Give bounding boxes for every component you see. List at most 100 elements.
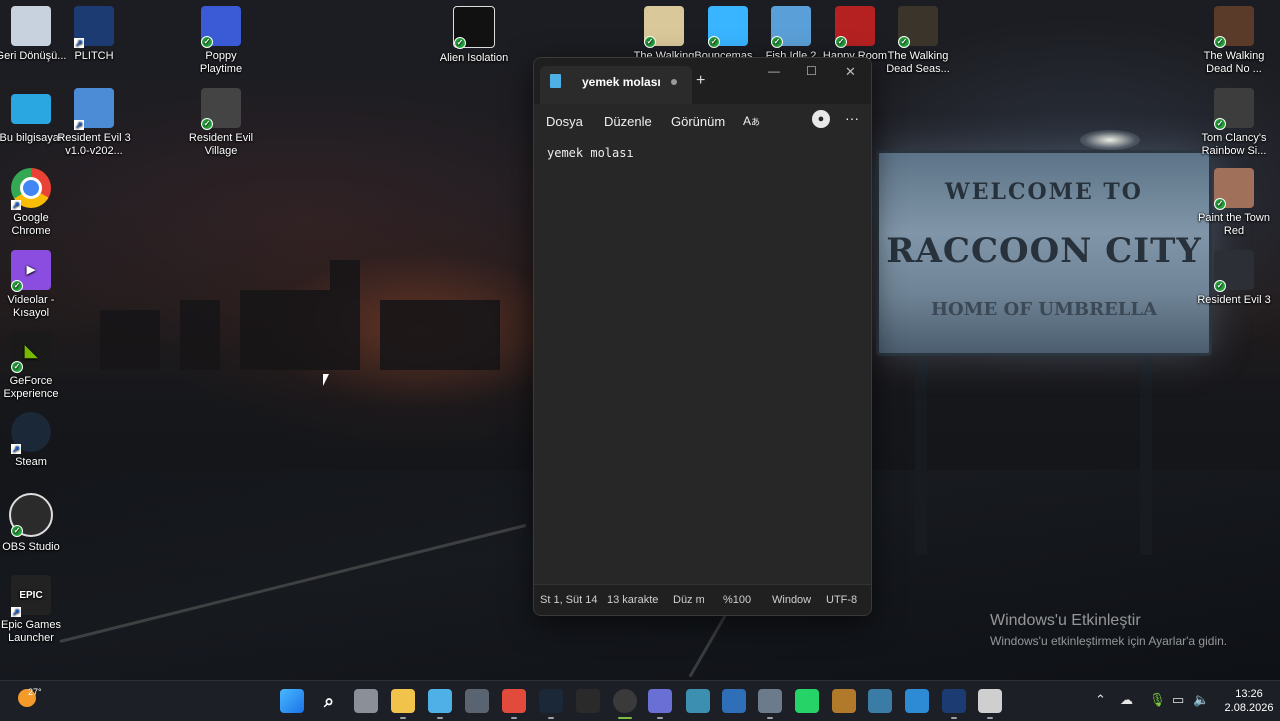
running-indicator [987,717,993,719]
volume-icon[interactable]: 🔈 [1193,692,1209,708]
desktop-icon-resident-evil-3-trainer[interactable]: ↗ Resident Evil 3 v1.0-v202... [57,88,131,158]
notepad-icon[interactable] [428,689,452,713]
synced-check-icon: ✓ [1214,280,1226,292]
synced-check-icon: ✓ [771,36,783,48]
steam-icon: ↗ [11,412,51,454]
desktop-icon-walking-dead-season[interactable]: ✓ The Walking Dead Seas... [881,6,955,76]
close-button[interactable]: ✕ [845,64,856,80]
notepad-editor[interactable]: yemek molası [534,140,871,585]
account-icon[interactable]: ● [812,110,830,128]
city-silhouette [100,310,160,370]
desktop-icon-steam[interactable]: ↗ Steam [0,412,68,469]
clock[interactable]: 13:26 2.08.2026 [1222,687,1276,715]
synced-check-icon: ✓ [454,37,466,49]
notepad-statusbar: St 1, Süt 14 13 karakter Düz metin %100 … [534,584,871,615]
vpn-icon[interactable] [868,689,892,713]
desktop-icon-paint-the-town-red[interactable]: ✓ Paint the Town Red [1197,168,1271,238]
settings-icon[interactable] [758,689,782,713]
synced-check-icon: ✓ [201,36,213,48]
editor-text[interactable]: yemek molası [547,146,634,160]
new-tab-button[interactable]: + [696,72,705,90]
menu-edit[interactable]: Düzenle [604,114,652,129]
notepad-window[interactable]: yemek molası + — ☐ ✕ Dosya Düzenle Görün… [533,57,872,616]
solitaire-icon[interactable] [722,689,746,713]
more-options-icon[interactable]: ··· [845,110,859,126]
desktop-icon-rainbow-six[interactable]: ✓ Tom Clancy's Rainbow Si... [1197,88,1271,158]
desktop-icon-walking-dead[interactable]: ✓ The Walking [627,6,701,63]
desktop-icon-fish-idle[interactable]: ✓ Fish Idle 2 [754,6,828,63]
recycle-bin-icon [11,6,51,46]
game-icon[interactable] [832,689,856,713]
bouncemasters-icon: ✓ [708,6,748,48]
synced-check-icon: ✓ [201,118,213,130]
this-pc-icon [11,94,51,124]
notepad-tab[interactable]: yemek molası [540,66,692,104]
clock-date: 2.08.2026 [1224,702,1274,714]
microphone-icon[interactable]: 🎙 [1149,692,1166,708]
plitch-icon[interactable] [942,689,966,713]
start-icon[interactable] [280,689,304,713]
synced-check-icon: ✓ [11,361,23,373]
network-icon[interactable]: ▭ [1172,692,1184,708]
alien-isolation-icon: ✓ [453,6,495,49]
shortcut-arrow-icon: ↗ [11,444,21,454]
weather-temp[interactable]: 27° [28,687,42,697]
desktop-icon-poppy-playtime[interactable]: ✓ Poppy Playtime [184,6,258,76]
desktop-icon-videos[interactable]: ▶ ✓ Videolar - Kısayol [0,250,68,320]
desktop-icon-geforce[interactable]: ◣ ✓ GeForce Experience [0,331,68,401]
photos-icon[interactable] [905,689,929,713]
desktop-icon-label: Epic Games Launcher [1,619,61,644]
epic-games-icon: EPIC ↗ [11,575,51,617]
chrome-icon[interactable] [502,689,526,713]
desktop-icon-label: Steam [15,456,47,468]
whatsapp-icon[interactable] [795,689,819,713]
shortcut-arrow-icon: ↗ [11,607,21,617]
chrome-center [20,177,42,199]
status-zoom[interactable]: %100 [723,594,758,606]
search-icon[interactable]: ⌕ [317,689,341,713]
fish-idle-icon: ✓ [771,6,811,48]
paint-the-town-red-icon: ✓ [1214,168,1254,210]
desktop-icon-resident-evil-3[interactable]: ✓ Resident Evil 3 [1197,250,1271,307]
maximize-button[interactable]: ☐ [806,64,817,78]
desktop-icon-label: OBS Studio [2,541,60,553]
steam-icon[interactable] [539,689,563,713]
notepad-menubar: Dosya Düzenle Görünüm Aあ ● ··· [534,104,871,140]
desktop-icon-walking-dead-no-mans-land[interactable]: ✓ The Walking Dead No ... [1197,6,1271,76]
cloud-icon[interactable]: ☁ [1120,692,1133,708]
desktop-icon-resident-evil-village[interactable]: ✓ Resident Evil Village [184,88,258,158]
city-silhouette [380,300,500,370]
synced-check-icon: ✓ [644,36,656,48]
unsaved-dot-icon[interactable] [671,79,677,85]
synced-check-icon: ✓ [11,525,23,537]
minimize-button[interactable]: — [768,64,780,78]
menu-file[interactable]: Dosya [546,114,583,129]
desktop-icon-epic-games[interactable]: EPIC ↗ Epic Games Launcher [0,575,68,645]
vr-icon[interactable] [978,689,1002,713]
desktop-icon-alien-isolation[interactable]: ✓ Alien Isolation [437,6,511,65]
sign-line-3: HOME OF UMBRELLA [930,299,1158,320]
obs-icon[interactable] [613,689,637,713]
poppy-playtime-icon: ✓ [201,6,241,48]
menu-view[interactable]: Görünüm [671,114,725,129]
text-format-icon[interactable]: Aあ [743,114,760,128]
raccoon-city-sign: WELCOME TO RACCOON CITY HOME OF UMBRELLA [876,150,1212,356]
status-position: St 1, Süt 14 [540,594,598,606]
ubisoft-icon[interactable] [648,689,672,713]
task-view-icon[interactable] [354,689,378,713]
synced-check-icon: ✓ [1214,36,1226,48]
running-indicator [767,717,773,719]
epic-games-icon[interactable] [576,689,600,713]
file-explorer-icon[interactable] [391,689,415,713]
desktop-icon-obs[interactable]: ✓ OBS Studio [0,493,68,554]
calculator-icon[interactable] [465,689,489,713]
keyboard-app-icon[interactable] [686,689,710,713]
desktop-icon-label: PLITCH [74,50,114,62]
taskbar: 27° ⌕ ⌃ ☁ 🎙 ▭ 🔈 13:26 2.08.2026 [0,680,1280,721]
walking-dead-season-icon: ✓ [898,6,938,48]
show-hidden-icons-icon[interactable]: ⌃ [1095,692,1106,708]
notepad-titlebar[interactable]: yemek molası + — ☐ ✕ [534,58,871,104]
desktop-icon-plitch[interactable]: ↗ PLITCH [57,6,131,63]
desktop-icon-chrome[interactable]: ↗ Google Chrome [0,168,68,238]
chrome-icon: ↗ [11,168,51,210]
